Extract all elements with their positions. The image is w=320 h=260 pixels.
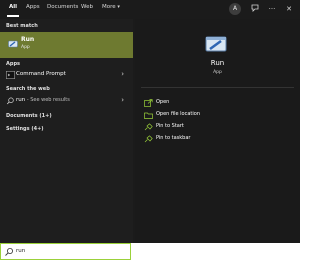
action-pin-to-start-label: Pin to Start xyxy=(156,123,184,129)
tab-more[interactable]: More ▾ xyxy=(102,4,120,10)
account-avatar[interactable]: A xyxy=(229,3,241,15)
search-box[interactable]: run xyxy=(0,243,131,260)
action-open-file-location[interactable]: Open file location xyxy=(144,110,284,120)
search-input[interactable]: run xyxy=(16,248,25,254)
tab-apps[interactable]: Apps xyxy=(26,4,40,10)
best-match-run[interactable]: Run App xyxy=(0,32,133,58)
search-icon xyxy=(6,97,14,105)
results-list: Best match Run App Apps Command Prompt ›… xyxy=(0,19,133,243)
feedback-icon[interactable] xyxy=(249,3,261,15)
tab-all[interactable]: All xyxy=(9,4,17,10)
search-icon xyxy=(5,248,13,256)
web-result-label: run - See web results xyxy=(16,97,70,103)
best-match-subtitle: App xyxy=(21,45,30,50)
section-apps: Apps xyxy=(6,61,21,67)
open-icon xyxy=(144,99,153,107)
close-icon[interactable]: ✕ xyxy=(283,3,295,15)
command-prompt-icon xyxy=(6,71,15,79)
tab-documents[interactable]: Documents xyxy=(47,4,78,10)
command-prompt-label: Command Prompt xyxy=(16,71,66,77)
chevron-down-icon: ▾ xyxy=(117,4,120,10)
best-match-name: Run xyxy=(21,36,35,43)
tab-more-label: More xyxy=(102,4,116,10)
chevron-right-icon[interactable]: › xyxy=(121,70,124,78)
chevron-right-icon[interactable]: › xyxy=(121,96,124,104)
more-options-icon[interactable]: ··· xyxy=(266,3,278,15)
list-item-web-result[interactable]: run - See web results › xyxy=(0,95,133,107)
preview-subtitle: App xyxy=(213,70,222,75)
action-pin-to-start[interactable]: Pin to Start xyxy=(144,122,284,132)
section-settings[interactable]: Settings (4+) xyxy=(6,126,44,132)
preview-title: Run xyxy=(210,59,225,67)
run-app-icon xyxy=(8,40,18,48)
action-open-label: Open xyxy=(156,99,170,105)
preview-divider xyxy=(141,87,294,88)
section-search-web: Search the web xyxy=(6,86,50,92)
action-open-file-location-label: Open file location xyxy=(156,111,200,117)
section-documents[interactable]: Documents (1+) xyxy=(6,113,52,119)
web-result-suffix: - See web results xyxy=(25,97,70,103)
preview-pane: Run App Open Open file location Pin to S… xyxy=(135,19,300,243)
folder-icon xyxy=(144,112,153,119)
section-best-match: Best match xyxy=(6,23,38,29)
pin-icon xyxy=(144,135,153,143)
run-app-icon-large xyxy=(205,36,227,52)
tab-all-indicator xyxy=(7,15,19,17)
pin-icon xyxy=(144,123,153,131)
action-open[interactable]: Open xyxy=(144,98,284,108)
web-result-query: run xyxy=(16,97,26,103)
start-search-panel: All Apps Documents Web More ▾ A ··· ✕ Be… xyxy=(0,0,300,243)
action-pin-to-taskbar-label: Pin to taskbar xyxy=(156,135,191,141)
feedback-icon-glyph xyxy=(251,4,259,12)
action-pin-to-taskbar[interactable]: Pin to taskbar xyxy=(144,134,284,144)
list-item-command-prompt[interactable]: Command Prompt › xyxy=(0,69,133,81)
tab-web[interactable]: Web xyxy=(81,4,93,10)
topbar: All Apps Documents Web More ▾ A ··· ✕ xyxy=(0,0,300,19)
